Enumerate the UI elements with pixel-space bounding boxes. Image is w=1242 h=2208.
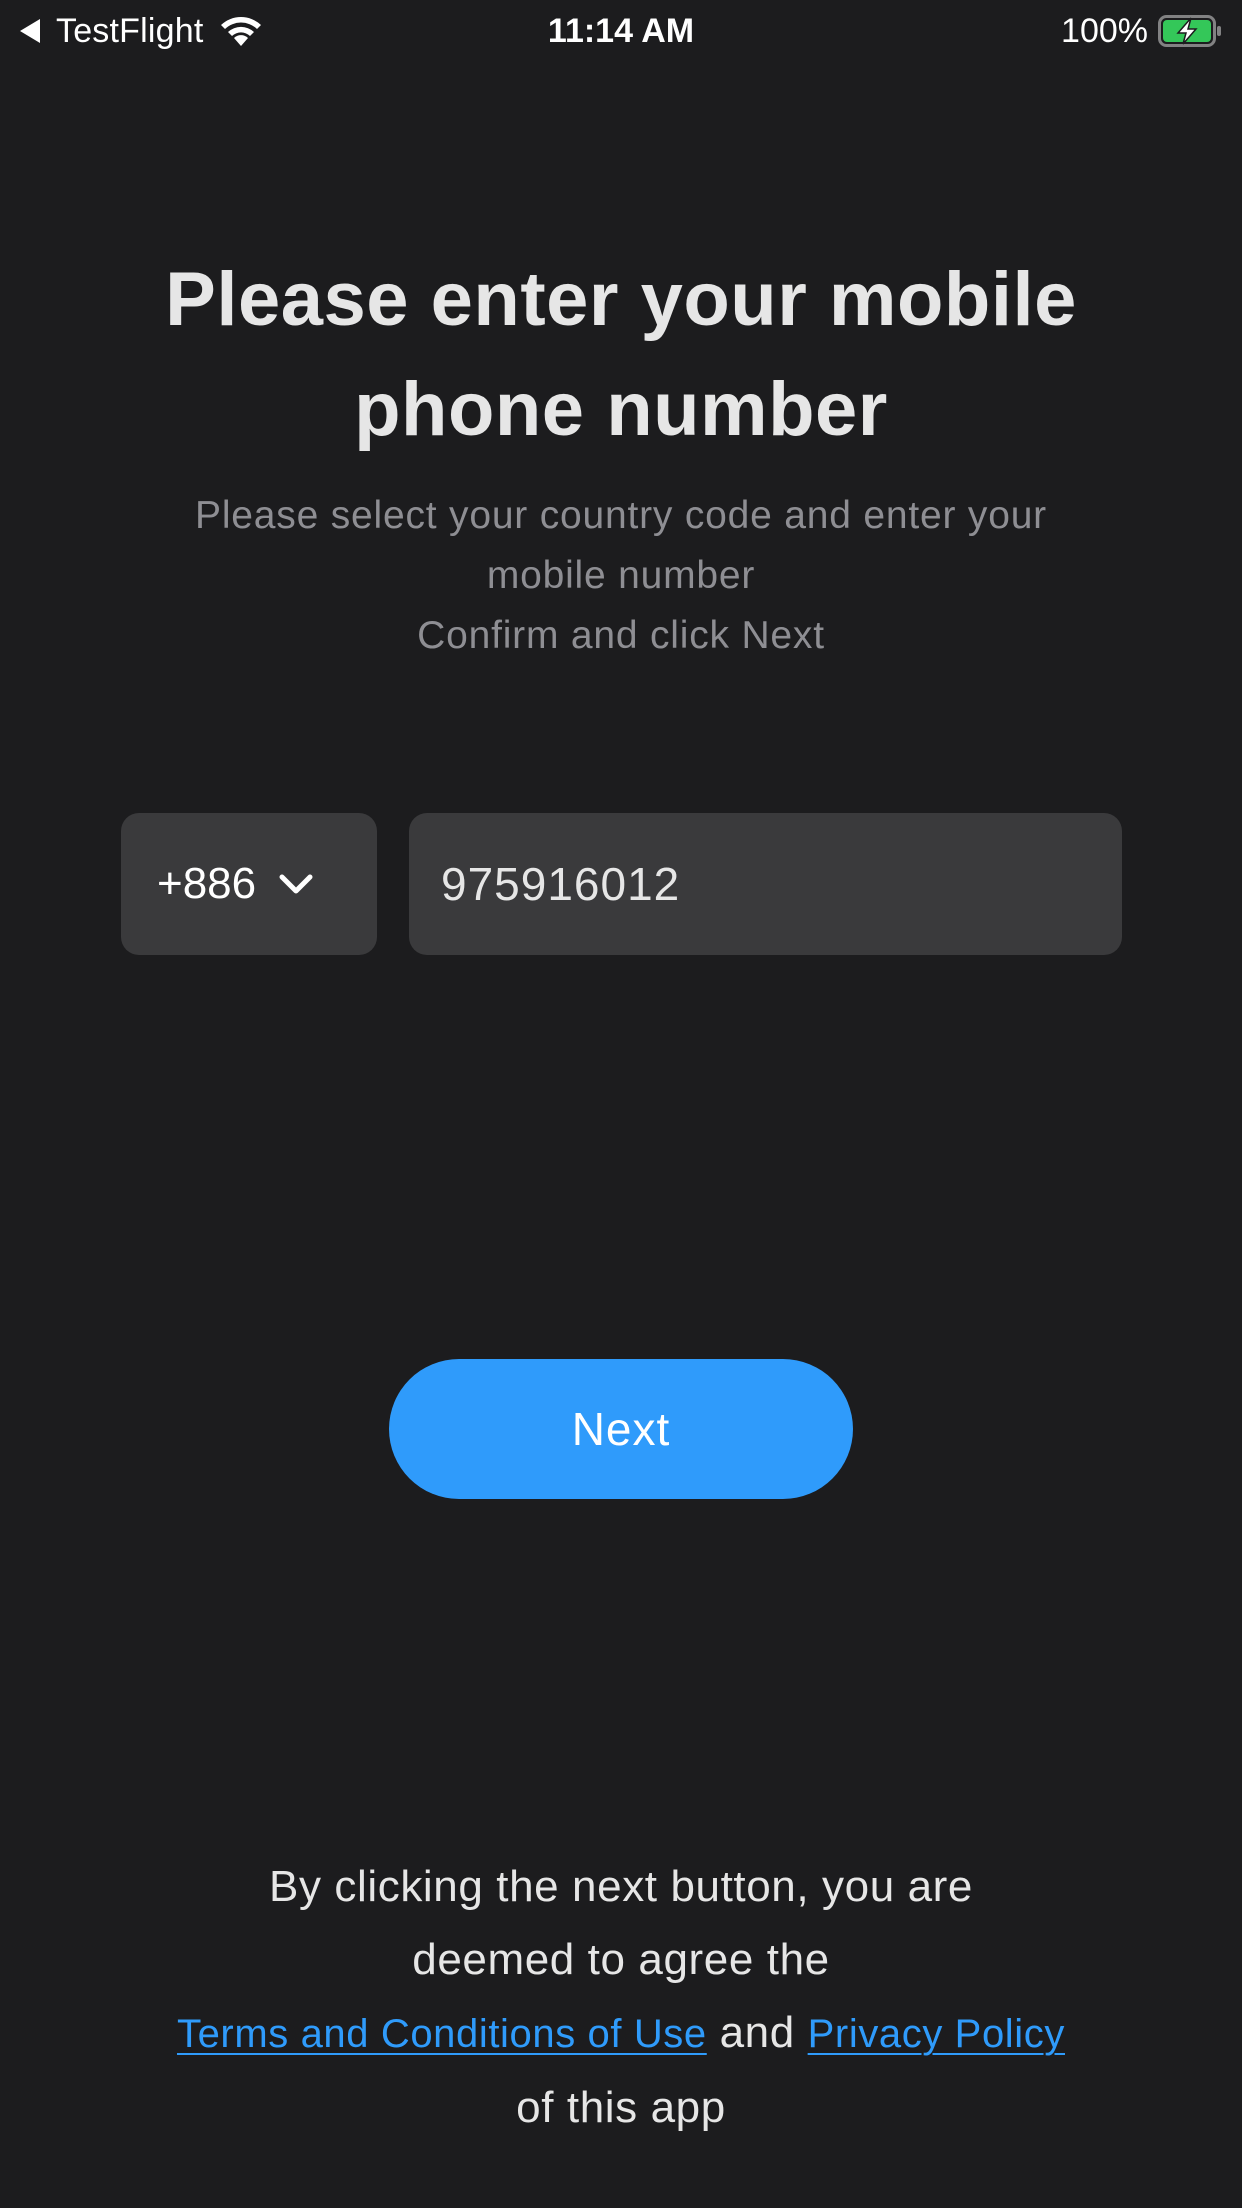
next-button[interactable]: Next [389,1359,853,1499]
terms-link[interactable]: Terms and Conditions of Use [177,2012,707,2056]
battery-status: 100% [1061,10,1222,52]
status-time: 11:14 AM [547,12,695,50]
page-title-line2: phone number [354,367,888,452]
instructions-line1: Please select your country code and ente… [195,494,1047,537]
country-code-value[interactable]: +886 [157,859,256,909]
status-bar: TestFlight 11:14 AM 100% [0,0,1242,62]
battery-percent: 100% [1061,11,1148,50]
phone-number-input[interactable] [409,813,1122,955]
instructions-line3: Confirm and click Next [417,614,825,657]
chevron-down-icon[interactable] [278,872,314,896]
page-instructions: Please select your country code and ente… [120,486,1122,666]
page-title: Please enter your mobile phone number [96,245,1146,465]
legal-line4: of this app [516,2083,726,2132]
legal-links-line: Terms and Conditions of Use and Privacy … [100,1996,1142,2071]
legal-line2: deemed to agree the [412,1935,830,1984]
instructions-line2: mobile number [486,554,756,597]
legal-line1: By clicking the next button, you are [269,1862,973,1911]
battery-icon [1158,15,1221,47]
country-code-select[interactable]: +886 [121,813,377,955]
privacy-policy-link[interactable]: Privacy Policy [808,2012,1065,2056]
page-title-line1: Please enter your mobile [165,257,1077,342]
legal-and: and [719,2008,795,2057]
legal-notice: By clicking the next button, you are dee… [100,1850,1142,2144]
